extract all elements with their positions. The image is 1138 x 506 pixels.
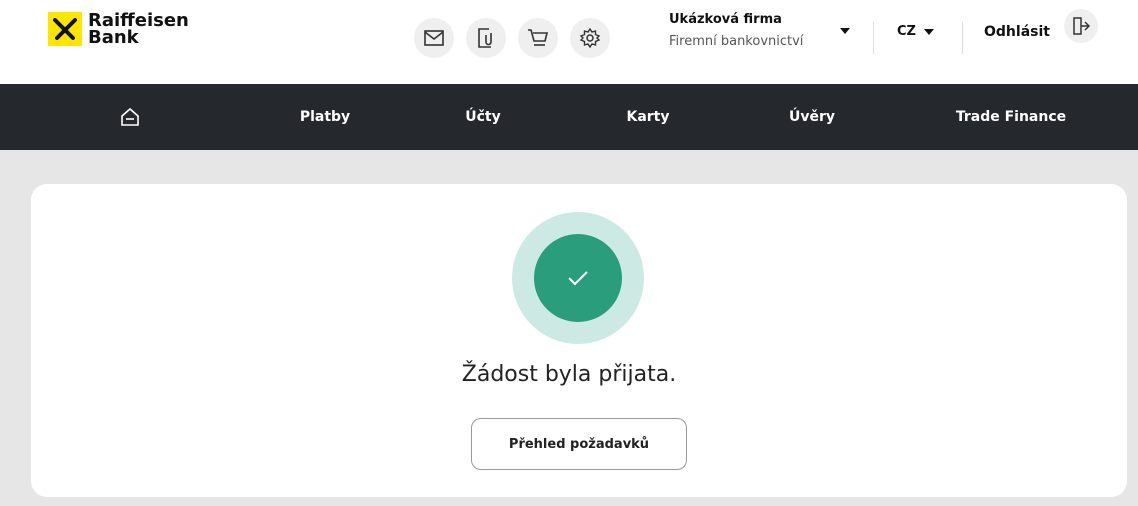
settings-button[interactable] [570,18,610,58]
documents-button[interactable] [466,18,506,58]
chevron-down-icon[interactable] [840,28,850,34]
nav-item-uvery[interactable]: Úvěry [789,84,835,150]
logout-button[interactable] [1064,9,1098,43]
confirmation-message: Žádost byla přijata. [461,362,677,387]
nav-item-platby[interactable]: Platby [300,84,350,150]
language-label: CZ [897,24,916,39]
language-selector[interactable]: CZ [897,24,934,39]
main-navigation: Platby Účty Karty Úvěry Trade Finance [0,84,1138,150]
success-indicator [512,212,644,344]
document-attachment-icon [478,28,492,48]
divider [962,22,963,54]
company-segment: Firemní bankovnictví [669,34,804,49]
raiffeisen-logo[interactable]: Raiffeisen Bank [48,12,189,48]
logo-line-2: Bank [88,27,139,48]
success-circle [534,234,622,322]
home-icon[interactable] [120,107,140,127]
cart-button[interactable] [518,18,558,58]
logo-text: Raiffeisen Bank [88,12,189,48]
logout-link[interactable]: Odhlásit [984,24,1050,40]
chevron-down-icon [923,28,934,35]
mail-button[interactable] [414,18,454,58]
nav-item-karty[interactable]: Karty [626,84,669,150]
check-icon [568,271,588,286]
requests-overview-button[interactable]: Přehled požadavků [471,418,687,470]
settings-icon [580,28,600,48]
company-switcher[interactable]: Ukázková firma Firemní bankovnictví [669,12,803,51]
cart-icon [528,29,549,46]
company-name: Ukázková firma [669,12,782,27]
divider [873,22,874,54]
top-bar: Raiffeisen Bank Ukázková firma Firemní b… [0,0,1138,84]
mail-icon [424,30,444,46]
nav-item-trade-finance[interactable]: Trade Finance [956,84,1066,150]
nav-item-ucty[interactable]: Účty [465,84,501,150]
logout-icon [1073,17,1090,35]
raiffeisen-cross-icon [48,12,82,46]
